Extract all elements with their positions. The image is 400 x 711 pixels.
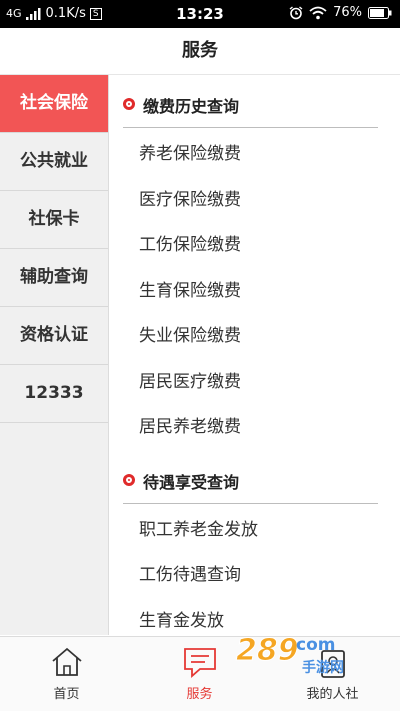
home-icon: [51, 647, 82, 676]
payment-history-list: 养老保险缴费 医疗保险缴费 工伤保险缴费 生育保险缴费 失业保险缴费 居民医疗缴…: [109, 128, 400, 451]
nav-service[interactable]: 服务: [133, 637, 266, 711]
nav-service-label: 服务: [186, 687, 213, 702]
sidebar-item-social-security-card[interactable]: 社保卡: [0, 191, 108, 249]
list-item[interactable]: 失业保险缴费: [109, 314, 400, 360]
list-item[interactable]: 生育金发放: [109, 599, 400, 636]
sidebar-item-social-insurance[interactable]: 社会保险: [0, 75, 108, 133]
list-item[interactable]: 养老保险缴费: [109, 132, 400, 178]
bottom-nav: 首页 服务 我的人社: [0, 636, 400, 711]
battery-icon: [368, 6, 392, 19]
nav-profile[interactable]: 我的人社: [266, 637, 399, 711]
sidebar-item-12333[interactable]: 12333: [0, 365, 108, 423]
list-item[interactable]: 生育保险缴费: [109, 269, 400, 315]
chat-icon: [183, 648, 216, 678]
list-item[interactable]: 居民医疗缴费: [109, 360, 400, 406]
benefits-list: 职工养老金发放 工伤待遇查询 生育金发放: [109, 504, 400, 636]
section-title: 缴费历史查询: [123, 75, 378, 128]
sidebar: 社会保险 公共就业 社保卡 辅助查询 资格认证 12333: [0, 75, 109, 635]
list-item[interactable]: 工伤保险缴费: [109, 223, 400, 269]
list-item[interactable]: 职工养老金发放: [109, 508, 400, 554]
section-title-label: 待遇享受查询: [143, 472, 240, 492]
status-bar: 4G 0.1K/s S 13:23 76%: [0, 0, 400, 28]
section-title-label: 缴费历史查询: [143, 97, 240, 116]
sidebar-item-auxiliary-query[interactable]: 辅助查询: [0, 249, 108, 307]
list-item[interactable]: 居民养老缴费: [109, 405, 400, 451]
profile-icon: [320, 650, 345, 678]
nav-profile-label: 我的人社: [306, 687, 359, 702]
nav-home[interactable]: 首页: [0, 637, 133, 711]
target-icon: [123, 98, 135, 110]
section-title: 待遇享受查询: [123, 451, 378, 504]
sidebar-item-public-employment[interactable]: 公共就业: [0, 133, 108, 191]
list-item[interactable]: 医疗保险缴费: [109, 178, 400, 224]
service-content: 缴费历史查询 养老保险缴费 医疗保险缴费 工伤保险缴费 生育保险缴费 失业保险缴…: [109, 75, 400, 635]
list-item[interactable]: 工伤待遇查询: [109, 553, 400, 599]
battery-level: 76%: [333, 5, 362, 20]
target-icon: [123, 473, 135, 486]
nav-home-label: 首页: [53, 687, 80, 702]
sidebar-item-qualification[interactable]: 资格认证: [0, 307, 108, 365]
wifi-icon: [309, 6, 327, 19]
page-title: 服务: [0, 28, 400, 75]
alarm-icon: [289, 5, 303, 19]
